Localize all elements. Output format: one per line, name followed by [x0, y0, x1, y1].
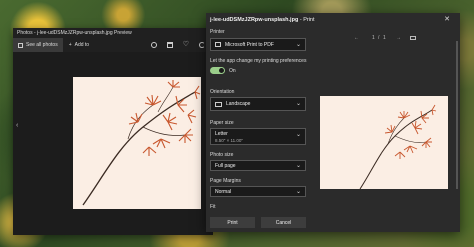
plus-icon: + [68, 42, 72, 48]
pref-toggle-state: On [229, 68, 236, 74]
chevron-down-icon: ⌄ [295, 132, 301, 138]
zoom-icon[interactable] [150, 42, 157, 48]
add-to-button[interactable]: + Add to [69, 42, 89, 48]
printer-select[interactable]: Microsoft Print to PDF ⌄ [210, 38, 306, 51]
photos-window: Photos - j-lee-udDSMzJZRpw-unsplash.jpg … [13, 28, 213, 235]
print-button[interactable]: Print [210, 217, 255, 228]
close-icon[interactable]: ✕ [444, 15, 450, 23]
paper-size-select[interactable]: Letter 8.50" × 11.00" ⌄ [210, 128, 306, 145]
page-total: 1 [383, 35, 386, 41]
preview-page [320, 96, 448, 189]
paper-size-value: Letter [215, 131, 228, 137]
previous-photo-icon[interactable]: ‹ [16, 122, 18, 129]
chevron-down-icon: ⌄ [295, 101, 301, 107]
chevron-down-icon: ⌄ [295, 42, 301, 48]
landscape-icon [215, 101, 222, 107]
chevron-down-icon: ⌄ [295, 163, 301, 169]
chevron-down-icon: ⌄ [295, 189, 301, 195]
printer-label: Printer [210, 29, 225, 35]
orientation-value: Landscape [226, 101, 251, 107]
grid-icon [18, 42, 23, 48]
photo-size-label: Photo size [210, 152, 234, 158]
photos-title: Photos - j-lee-udDSMzJZRpw-unsplash.jpg … [17, 30, 132, 36]
preview-branch-image [359, 104, 437, 189]
pref-toggle[interactable] [210, 67, 225, 74]
print-title-suffix: - Print [298, 17, 315, 23]
print-title-filename: j-lee-udDSMzJZRpw-unsplash.jpg [210, 17, 299, 23]
print-settings-panel: Printer Microsoft Print to PDF ⌄ Let the… [210, 27, 309, 232]
orientation-label: Orientation [210, 89, 235, 95]
print-preview-pane: ← 1 / 1 → [312, 27, 460, 232]
printer-value: Microsoft Print to PDF [225, 41, 274, 48]
page-index: 1 [372, 35, 375, 41]
photos-toolbar: See all photos + Add to ♡ [13, 38, 213, 52]
page-margins-value: Normal [215, 188, 232, 195]
pref-label: Let the app change my printing preferenc… [210, 58, 307, 64]
photo-size-value: Full page [215, 162, 236, 169]
cancel-button[interactable]: Cancel [261, 217, 306, 228]
next-page-icon[interactable]: → [396, 35, 401, 41]
japanese-maple-branch-image [82, 80, 201, 206]
favorite-icon[interactable]: ♡ [183, 41, 189, 48]
see-all-photos-button[interactable]: See all photos [13, 38, 63, 52]
page-separator: / [378, 35, 380, 41]
add-to-label: Add to [74, 42, 90, 48]
paper-size-label: Paper size [210, 120, 234, 126]
photo-image [73, 77, 201, 209]
printer-icon [215, 42, 221, 47]
photos-toolbar-icons: ♡ [150, 41, 205, 48]
print-dialog: j-lee-udDSMzJZRpw-unsplash.jpg - Print ✕… [206, 13, 460, 232]
see-all-photos-label: See all photos [26, 42, 58, 48]
orientation-select[interactable]: Landscape ⌄ [210, 97, 306, 111]
rotate-icon[interactable] [199, 42, 205, 48]
delete-icon[interactable] [166, 42, 173, 48]
preview-scrollbar[interactable] [456, 41, 458, 189]
photo-size-select[interactable]: Full page ⌄ [210, 160, 306, 171]
page-margins-select[interactable]: Normal ⌄ [210, 186, 306, 197]
photo-canvas: ‹ [13, 52, 213, 235]
fit-to-window-icon[interactable] [410, 36, 416, 40]
page-margins-label: Page Margins [210, 178, 241, 184]
preview-navigation: ← 1 / 1 → [312, 35, 460, 45]
fit-label: Fit [210, 204, 216, 210]
previous-page-icon[interactable]: ← [354, 35, 359, 41]
print-dialog-title: j-lee-udDSMzJZRpw-unsplash.jpg - Print [206, 13, 460, 27]
paper-size-dimensions: 8.50" × 11.00" [215, 138, 244, 143]
